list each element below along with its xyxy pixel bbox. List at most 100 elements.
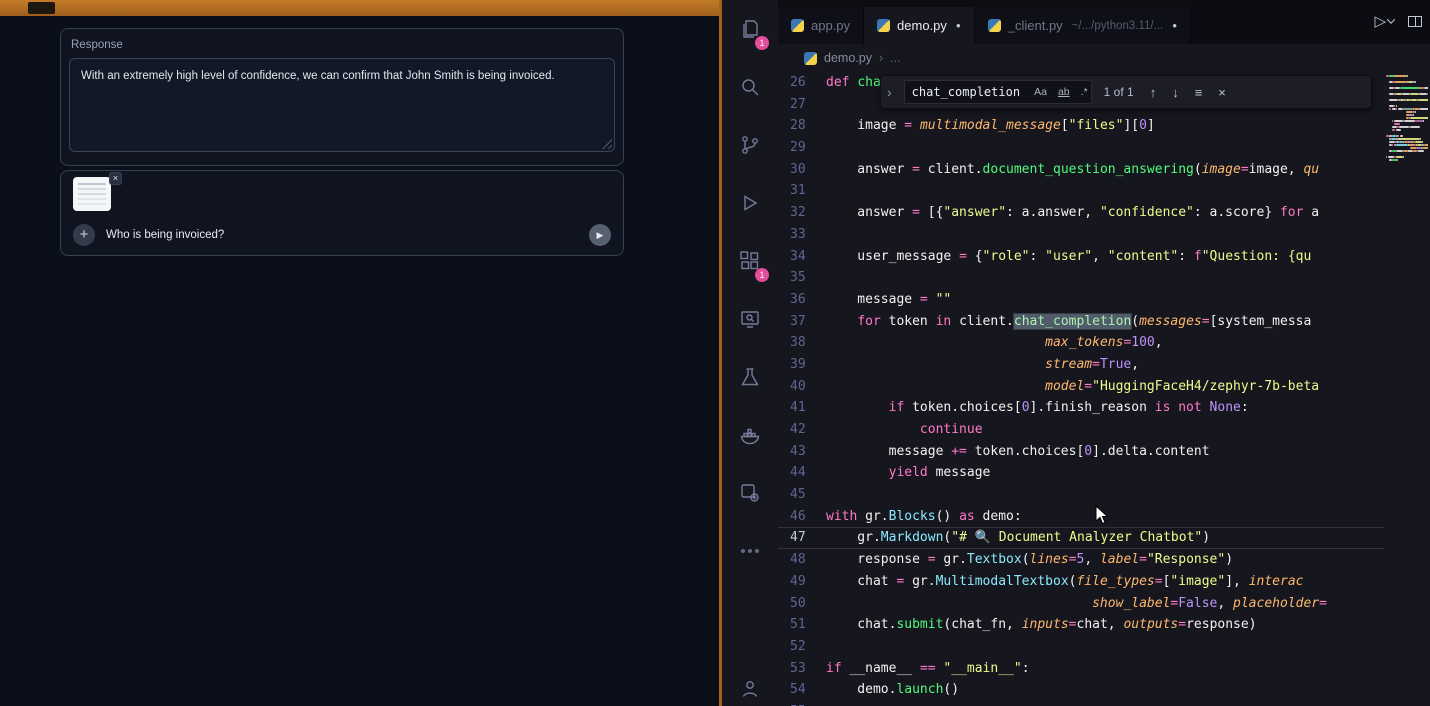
whole-word-button[interactable]: ab xyxy=(1055,85,1073,99)
code-line[interactable]: 51 chat.submit(chat_fn, inputs=chat, out… xyxy=(778,614,1384,636)
run-icon: ▷ xyxy=(1374,12,1386,30)
code-line[interactable]: 53if __name__ == "__main__": xyxy=(778,658,1384,680)
code-line[interactable]: 35 xyxy=(778,267,1384,289)
code-line[interactable]: 38 max_tokens=100, xyxy=(778,332,1384,354)
code-line[interactable]: 30 answer = client.document_question_ans… xyxy=(778,159,1384,181)
line-number[interactable]: 47 xyxy=(778,527,826,549)
code-line[interactable]: 37 for token in client.chat_completion(m… xyxy=(778,311,1384,333)
code-line[interactable]: 44 yield message xyxy=(778,462,1384,484)
code-line[interactable]: 31 xyxy=(778,180,1384,202)
line-number[interactable]: 40 xyxy=(778,376,826,398)
code-line[interactable]: 50 show_label=False, placeholder= xyxy=(778,593,1384,615)
explorer-icon[interactable]: 1 xyxy=(722,0,778,58)
dirty-indicator-icon[interactable]: ● xyxy=(1172,21,1177,30)
find-collapse-chevron-icon[interactable]: › xyxy=(883,84,896,100)
line-number[interactable]: 26 xyxy=(778,72,826,94)
find-in-selection-button[interactable]: ≡ xyxy=(1191,84,1207,101)
breadcrumb-file[interactable]: demo.py xyxy=(824,51,872,65)
line-number[interactable]: 51 xyxy=(778,614,826,636)
line-number[interactable]: 45 xyxy=(778,484,826,506)
code-line[interactable]: 41 if token.choices[0].finish_reason is … xyxy=(778,397,1384,419)
line-number[interactable]: 54 xyxy=(778,679,826,701)
more-views-icon[interactable] xyxy=(722,522,778,580)
regex-button[interactable]: .* xyxy=(1078,85,1091,99)
line-number[interactable]: 55 xyxy=(778,701,826,706)
source-control-icon[interactable] xyxy=(722,116,778,174)
tools-gear-icon[interactable] xyxy=(722,464,778,522)
code-line[interactable]: 49 chat = gr.MultimodalTextbox(file_type… xyxy=(778,571,1384,593)
minimap[interactable] xyxy=(1384,72,1430,706)
code-line[interactable]: 43 message += token.choices[0].delta.con… xyxy=(778,441,1384,463)
line-number[interactable]: 50 xyxy=(778,593,826,615)
code-line[interactable]: 32 answer = [{"answer": a.answer, "confi… xyxy=(778,202,1384,224)
code-line[interactable]: 39 stream=True, xyxy=(778,354,1384,376)
line-number[interactable]: 53 xyxy=(778,658,826,680)
code-line[interactable]: 36 message = "" xyxy=(778,289,1384,311)
find-previous-button[interactable]: ↑ xyxy=(1146,84,1161,101)
line-number[interactable]: 33 xyxy=(778,224,826,246)
send-button[interactable]: ▶ xyxy=(589,224,611,246)
testing-flask-icon[interactable] xyxy=(722,348,778,406)
line-number[interactable]: 37 xyxy=(778,311,826,333)
tab-client-py[interactable]: _client.py ~/.../python3.11/... ● xyxy=(975,7,1191,44)
tab-app-py[interactable]: app.py xyxy=(778,7,864,44)
line-number[interactable]: 34 xyxy=(778,246,826,268)
find-input[interactable]: chat_completion Aa ab .* xyxy=(904,80,1092,104)
code-line[interactable]: 40 model="HuggingFaceH4/zephyr-7b-beta xyxy=(778,376,1384,398)
code-line[interactable]: 54 demo.launch() xyxy=(778,679,1384,701)
line-number[interactable]: 49 xyxy=(778,571,826,593)
code-line[interactable]: 46with gr.Blocks() as demo: xyxy=(778,506,1384,528)
run-debug-icon[interactable] xyxy=(722,174,778,232)
code-line[interactable]: 55 xyxy=(778,701,1384,706)
find-next-button[interactable]: ↓ xyxy=(1168,84,1183,101)
code-line[interactable]: 33 xyxy=(778,224,1384,246)
line-number[interactable]: 31 xyxy=(778,180,826,202)
attached-image-thumbnail[interactable] xyxy=(73,177,111,211)
run-python-file-button[interactable]: ▷ xyxy=(1374,12,1394,30)
line-number[interactable]: 52 xyxy=(778,636,826,658)
remote-explorer-icon[interactable] xyxy=(722,290,778,348)
run-dropdown-chevron-icon[interactable] xyxy=(1387,15,1395,23)
search-icon[interactable] xyxy=(722,58,778,116)
line-number[interactable]: 35 xyxy=(778,267,826,289)
line-number[interactable]: 38 xyxy=(778,332,826,354)
line-number[interactable]: 41 xyxy=(778,397,826,419)
resize-handle-icon[interactable] xyxy=(602,139,612,149)
split-editor-icon[interactable] xyxy=(1408,16,1422,27)
line-number[interactable]: 29 xyxy=(778,137,826,159)
code-line[interactable]: 45 xyxy=(778,484,1384,506)
line-number[interactable]: 43 xyxy=(778,441,826,463)
add-attachment-button[interactable]: + xyxy=(73,224,95,246)
line-number[interactable]: 28 xyxy=(778,115,826,137)
line-number[interactable]: 32 xyxy=(778,202,826,224)
code-line[interactable]: 34 user_message = {"role": "user", "cont… xyxy=(778,246,1384,268)
line-number[interactable]: 46 xyxy=(778,506,826,528)
dirty-indicator-icon[interactable]: ● xyxy=(956,21,961,30)
line-number[interactable]: 27 xyxy=(778,94,826,116)
response-textarea[interactable]: With an extremely high level of confiden… xyxy=(69,58,615,152)
code-editor[interactable]: 26def chat_fn(multimodal_message):2728 i… xyxy=(778,72,1430,706)
line-number[interactable]: 48 xyxy=(778,549,826,571)
remove-attachment-button[interactable]: × xyxy=(109,172,122,185)
code-line[interactable]: 29 xyxy=(778,137,1384,159)
code-text: for token in client.chat_completion(mess… xyxy=(826,314,1311,329)
line-number[interactable]: 44 xyxy=(778,462,826,484)
find-close-button[interactable]: × xyxy=(1214,84,1230,101)
account-icon[interactable] xyxy=(722,660,778,706)
line-number[interactable]: 30 xyxy=(778,159,826,181)
line-number[interactable]: 36 xyxy=(778,289,826,311)
breadcrumb-symbol[interactable]: ... xyxy=(890,51,900,65)
line-number[interactable]: 42 xyxy=(778,419,826,441)
chat-message-input[interactable]: Who is being invoiced? xyxy=(106,229,578,241)
code-line[interactable]: 48 response = gr.Textbox(lines=5, label=… xyxy=(778,549,1384,571)
match-case-button[interactable]: Aa xyxy=(1031,85,1050,99)
line-number[interactable]: 39 xyxy=(778,354,826,376)
code-line[interactable]: 28 image = multimodal_message["files"][0… xyxy=(778,115,1384,137)
code-line[interactable]: 47 gr.Markdown("# 🔍 Document Analyzer Ch… xyxy=(778,527,1384,549)
code-line[interactable]: 52 xyxy=(778,636,1384,658)
browser-tab-chip[interactable] xyxy=(28,2,55,14)
code-line[interactable]: 42 continue xyxy=(778,419,1384,441)
extensions-icon[interactable]: 1 xyxy=(722,232,778,290)
docker-icon[interactable] xyxy=(722,406,778,464)
tab-demo-py[interactable]: demo.py ● xyxy=(864,7,975,44)
